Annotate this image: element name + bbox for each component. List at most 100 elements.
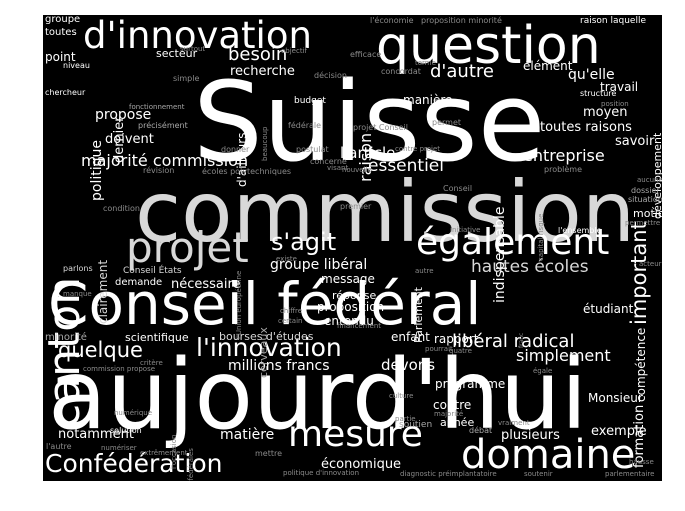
- word-permettre: permettre: [625, 219, 661, 227]
- word-concordat: concordat: [381, 67, 421, 76]
- word-conseil-etats: Conseil États: [123, 266, 182, 276]
- word-projet: projet: [126, 223, 249, 272]
- word-ecoles-polytechniques: écoles polytechniques: [202, 167, 292, 176]
- word-niveau: niveau: [63, 61, 90, 70]
- word-autre: autre: [415, 267, 434, 275]
- word-soutenir: soutenir: [524, 470, 553, 478]
- word-projet-conseil: projet Conseil: [353, 123, 408, 132]
- word-etudiant: étudiant: [583, 302, 634, 316]
- word-solution: solution: [110, 426, 142, 435]
- word-parlementaire: parlementaire: [605, 470, 655, 478]
- word-certain: certain: [278, 317, 303, 325]
- word-monsieur: Monsieur: [588, 391, 643, 405]
- word-millions-francs: millions francs: [228, 358, 330, 374]
- word-premier: premier: [340, 202, 372, 211]
- word-politique-d-innovation: politique d'innovation: [283, 469, 360, 477]
- word-rapport: rapport: [434, 332, 479, 346]
- word-dossier: dossier: [631, 186, 660, 195]
- word-permet: permet: [432, 118, 461, 127]
- word-diagnostic-preimplantatoire: diagnostic préimplantatoire: [400, 470, 497, 478]
- word-donner: donner: [221, 145, 250, 154]
- word-l-economie: l'économie: [370, 16, 414, 25]
- word-parlons: parlons: [63, 264, 93, 273]
- word-mettre: mettre: [255, 449, 283, 458]
- word-matiere: matière: [220, 427, 275, 443]
- word-egale: égale: [533, 367, 553, 375]
- word-conseil: Conseil: [443, 184, 473, 193]
- word-confederation: Confédération: [45, 449, 223, 478]
- word-franc: franc: [518, 332, 525, 348]
- word-condition: condition: [103, 204, 140, 213]
- word-simple: simple: [173, 74, 200, 83]
- word-d-ailleurs: d'ailleurs: [235, 132, 249, 187]
- word-aucune: aucune: [637, 176, 662, 184]
- word-hausse: hausse: [629, 458, 654, 466]
- word-fonctionnement: fonctionnement: [129, 103, 185, 111]
- word-doivent: doivent: [105, 132, 154, 147]
- word-chercheur: chercheur: [45, 88, 86, 97]
- word-toutes: toutes: [45, 27, 77, 38]
- word-cloud: Suisse commission aujourd'hui Conseil fédér…: [43, 15, 662, 481]
- word-element: élément: [523, 59, 573, 73]
- word-capital-risque: capital risque: [537, 213, 545, 261]
- word-objectif: objectif: [281, 47, 307, 55]
- word-structure: structure: [580, 89, 617, 98]
- word-federale: fédérale: [288, 121, 322, 130]
- word-postulat: postulat: [296, 145, 329, 154]
- word-cerveaux: cerveaux: [257, 327, 270, 378]
- word-proposition-minorite: proposition minorité: [421, 16, 502, 25]
- word-l-autre: l'autre: [46, 442, 72, 451]
- word-acteur: acteur: [639, 260, 662, 268]
- word-vraiment: vraiment: [498, 419, 530, 427]
- word-parlement: Parlement: [412, 287, 425, 343]
- word-hautes-ecoles: hautes écoles: [471, 257, 589, 277]
- word-probleme: problème: [544, 165, 583, 174]
- word-precisement: précisément: [138, 121, 188, 130]
- word-budget: budget: [294, 96, 326, 106]
- word-surtout: surtout: [180, 45, 206, 53]
- word-entreprise: entreprise: [523, 146, 605, 165]
- word-terme: terme: [415, 59, 436, 67]
- word-clairement: clairement: [96, 259, 110, 324]
- word-initiative: initiative: [450, 226, 481, 234]
- word-s-agit: s'agit: [271, 228, 337, 256]
- word-beaucoup: beaucoup: [261, 126, 269, 162]
- word-l-ensemble: l'ensemble: [558, 226, 602, 235]
- word-visant: visant: [327, 164, 349, 172]
- word-quatre: quatre: [449, 347, 472, 355]
- word-savoir: savoir: [615, 134, 655, 149]
- word-decision: décision: [314, 71, 347, 80]
- word-partie: partie: [395, 415, 416, 423]
- word-contre-projet: contre projet: [395, 145, 441, 153]
- word-besoin: besoin: [228, 44, 288, 65]
- word-revision: révision: [143, 166, 175, 175]
- word-manque: manque: [63, 290, 92, 298]
- word-message: message: [321, 272, 375, 286]
- word-culture: culture: [389, 392, 414, 400]
- word-necessaire: nécessaire: [171, 277, 241, 292]
- word-numerique: numérique: [114, 409, 153, 417]
- word-indispensable: indispensable: [492, 206, 508, 303]
- word-politique: politique: [89, 140, 105, 201]
- word-minorite: minorité: [45, 332, 87, 343]
- word-motion: motion: [633, 207, 662, 220]
- word-numeriser: numériser: [101, 444, 137, 452]
- word-extremement: extrêmement: [140, 449, 188, 457]
- word-maniere: manière: [403, 93, 453, 107]
- word-financement: financement: [337, 322, 382, 330]
- word-efficace: efficace: [350, 50, 382, 59]
- word-simplement: simplement: [516, 346, 611, 365]
- word-proposition: proposition: [317, 300, 385, 314]
- word-commission-propose: commission propose: [83, 365, 156, 373]
- word-existe: existe: [276, 255, 297, 263]
- word-chiffre: chiffre: [280, 307, 303, 315]
- word-majorite: majorité: [434, 410, 464, 418]
- word-groupe: groupe: [45, 15, 81, 25]
- word-demande: demande: [115, 277, 163, 288]
- word-d-autre: d'autre: [430, 61, 494, 82]
- word-politiques-federales: politiques fédérales: [187, 448, 195, 481]
- word-debat: débat: [469, 426, 493, 435]
- word-recherche: recherche: [230, 64, 295, 79]
- word-devons: devons: [381, 356, 436, 374]
- word-toutes-raisons: toutes raisons: [540, 120, 632, 135]
